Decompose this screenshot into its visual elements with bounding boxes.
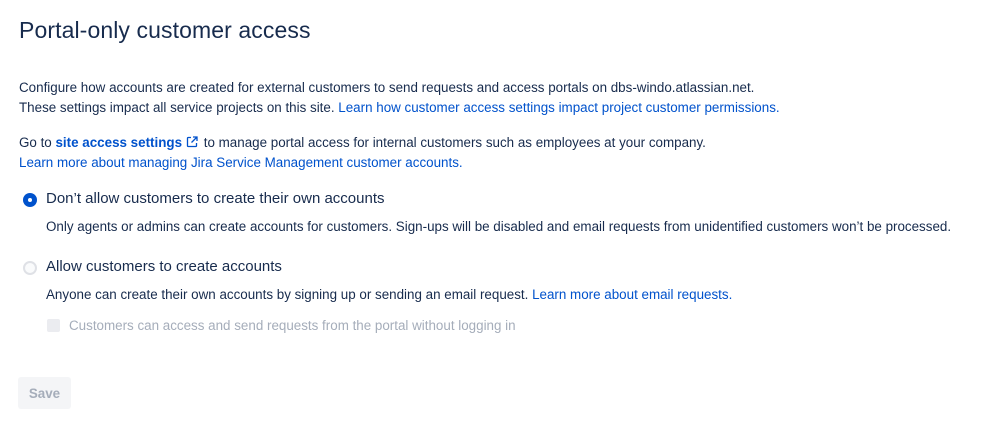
site-access-paragraph: Go to site access settings to manage por…: [19, 133, 706, 173]
page-title: Portal-only customer access: [19, 17, 311, 43]
site-access-suffix: to manage portal access for internal cus…: [200, 135, 706, 150]
intro-paragraph: Configure how accounts are created for e…: [19, 78, 780, 118]
site-access-settings-label: site access settings: [55, 135, 183, 150]
option-disallow-description: Only agents or admins can create account…: [46, 219, 952, 234]
customer-permissions-link[interactable]: Learn how customer access settings impac…: [338, 100, 779, 115]
option-allow-description-text: Anyone can create their own accounts by …: [46, 287, 533, 302]
anonymous-access-label: Customers can access and send requests f…: [69, 318, 516, 333]
customer-accounts-learn-more-link[interactable]: Learn more about managing Jira Service M…: [19, 155, 463, 170]
site-access-line: Go to site access settings to manage por…: [19, 133, 706, 153]
portal-access-settings-page: Portal-only customer access Configure ho…: [0, 0, 998, 435]
email-requests-link[interactable]: Learn more about email requests.: [532, 287, 732, 302]
option-allow-label: Allow customers to create accounts: [46, 258, 282, 275]
site-access-prefix: Go to: [19, 135, 56, 150]
intro-line-2-text: These settings impact all service projec…: [19, 100, 339, 115]
external-link-icon: [186, 134, 198, 148]
save-button: Save: [18, 377, 71, 409]
radio-allow-signup[interactable]: [23, 261, 37, 275]
site-access-settings-link[interactable]: site access settings: [55, 135, 200, 150]
intro-line-2: These settings impact all service projec…: [19, 98, 780, 118]
intro-line-1: Configure how accounts are created for e…: [19, 80, 755, 95]
option-allow-description: Anyone can create their own accounts by …: [46, 287, 732, 302]
radio-disallow-signup[interactable]: [23, 193, 37, 207]
anonymous-access-checkbox: [47, 319, 60, 332]
option-disallow-label: Don’t allow customers to create their ow…: [46, 190, 385, 207]
